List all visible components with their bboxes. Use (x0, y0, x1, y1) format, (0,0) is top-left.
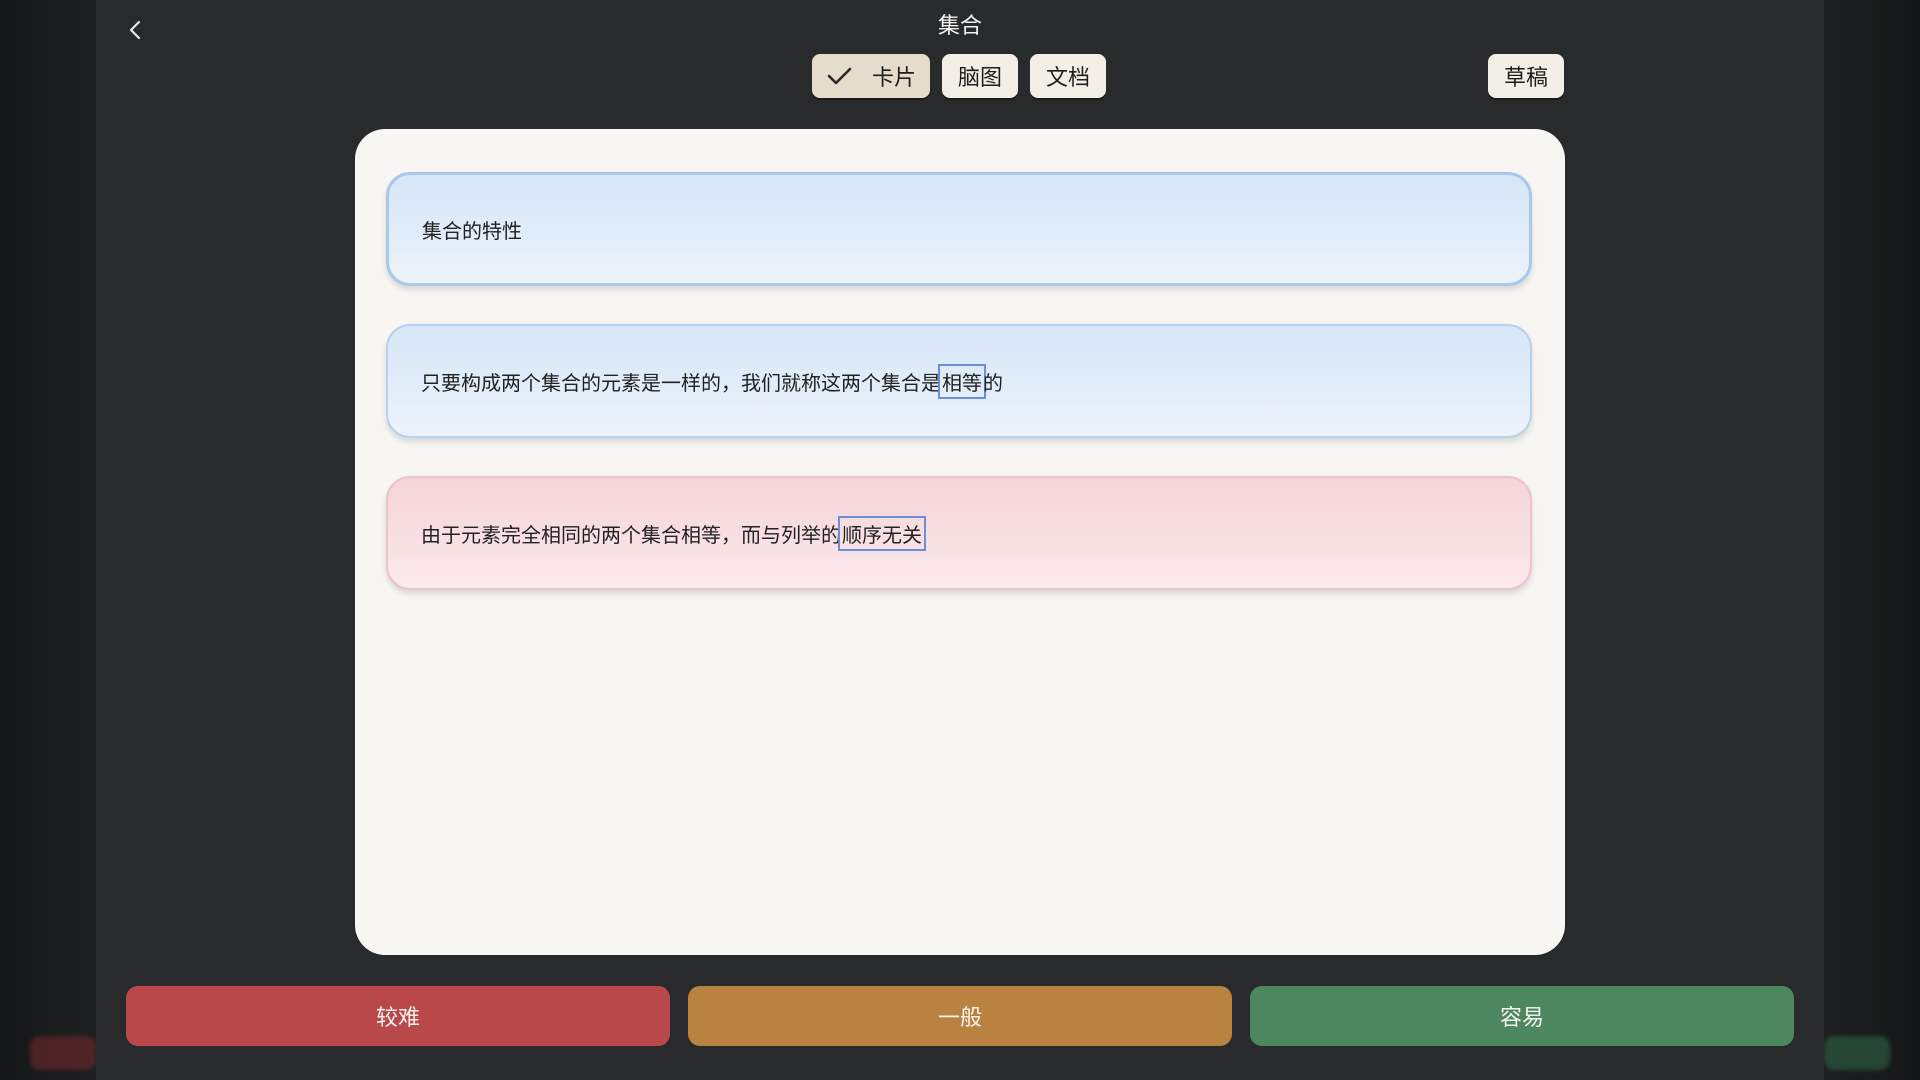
app-window: 集合 卡片 脑图 文档 草稿 集合的特性 只要构成两个集合的元素是一样的，我们就… (96, 0, 1824, 1080)
rate-normal-button[interactable]: 一般 (688, 986, 1232, 1046)
card-panel: 集合的特性 只要构成两个集合的元素是一样的，我们就称这两个集合是 相等的 由于元素… (355, 129, 1565, 955)
highlighted-term: 顺序无关 (838, 515, 926, 551)
tab-mindmap[interactable]: 脑图 (942, 54, 1018, 98)
check-icon (827, 67, 852, 85)
card-text-after: 的 (983, 370, 1003, 395)
adjacent-screen-right (1824, 0, 1920, 1080)
rate-hard-button[interactable]: 较难 (126, 986, 670, 1046)
card-text-before: 由于元素完全相同的两个集合相等，而与列举的 (421, 522, 841, 547)
draft-button-label: 草稿 (1503, 66, 1548, 91)
ghost-hard-button (30, 1036, 96, 1070)
rate-easy-button[interactable]: 容易 (1250, 986, 1794, 1046)
adjacent-screen-left (0, 0, 96, 1080)
tab-cards[interactable]: 卡片 (812, 54, 930, 98)
highlighted-term: 相等 (938, 363, 986, 399)
rate-hard-label: 较难 (375, 1006, 420, 1031)
ghost-easy-button (1824, 1036, 1890, 1070)
rate-easy-label: 容易 (1499, 1006, 1544, 1031)
page-title: 集合 (937, 14, 982, 39)
flashcard-answer[interactable]: 由于元素完全相同的两个集合相等，而与列举的 顺序无关 (386, 476, 1532, 590)
tab-document[interactable]: 文档 (1030, 54, 1106, 98)
flashcard-topic[interactable]: 集合的特性 (386, 172, 1532, 286)
card-text: 集合的特性 (422, 218, 522, 243)
card-text-before: 只要构成两个集合的元素是一样的，我们就称这两个集合是 (421, 370, 941, 395)
draft-button[interactable]: 草稿 (1488, 54, 1564, 98)
screen: 集合 卡片 脑图 文档 草稿 集合的特性 只要构成两个集合的元素是一样的，我们就… (0, 0, 1920, 1080)
flashcard-statement[interactable]: 只要构成两个集合的元素是一样的，我们就称这两个集合是 相等的 (386, 324, 1532, 438)
rate-normal-label: 一般 (937, 1006, 982, 1031)
tab-mindmap-label: 脑图 (958, 66, 1003, 91)
tab-document-label: 文档 (1046, 66, 1091, 91)
tab-cards-label: 卡片 (871, 66, 916, 91)
view-mode-tabs: 卡片 脑图 文档 (812, 54, 1106, 98)
